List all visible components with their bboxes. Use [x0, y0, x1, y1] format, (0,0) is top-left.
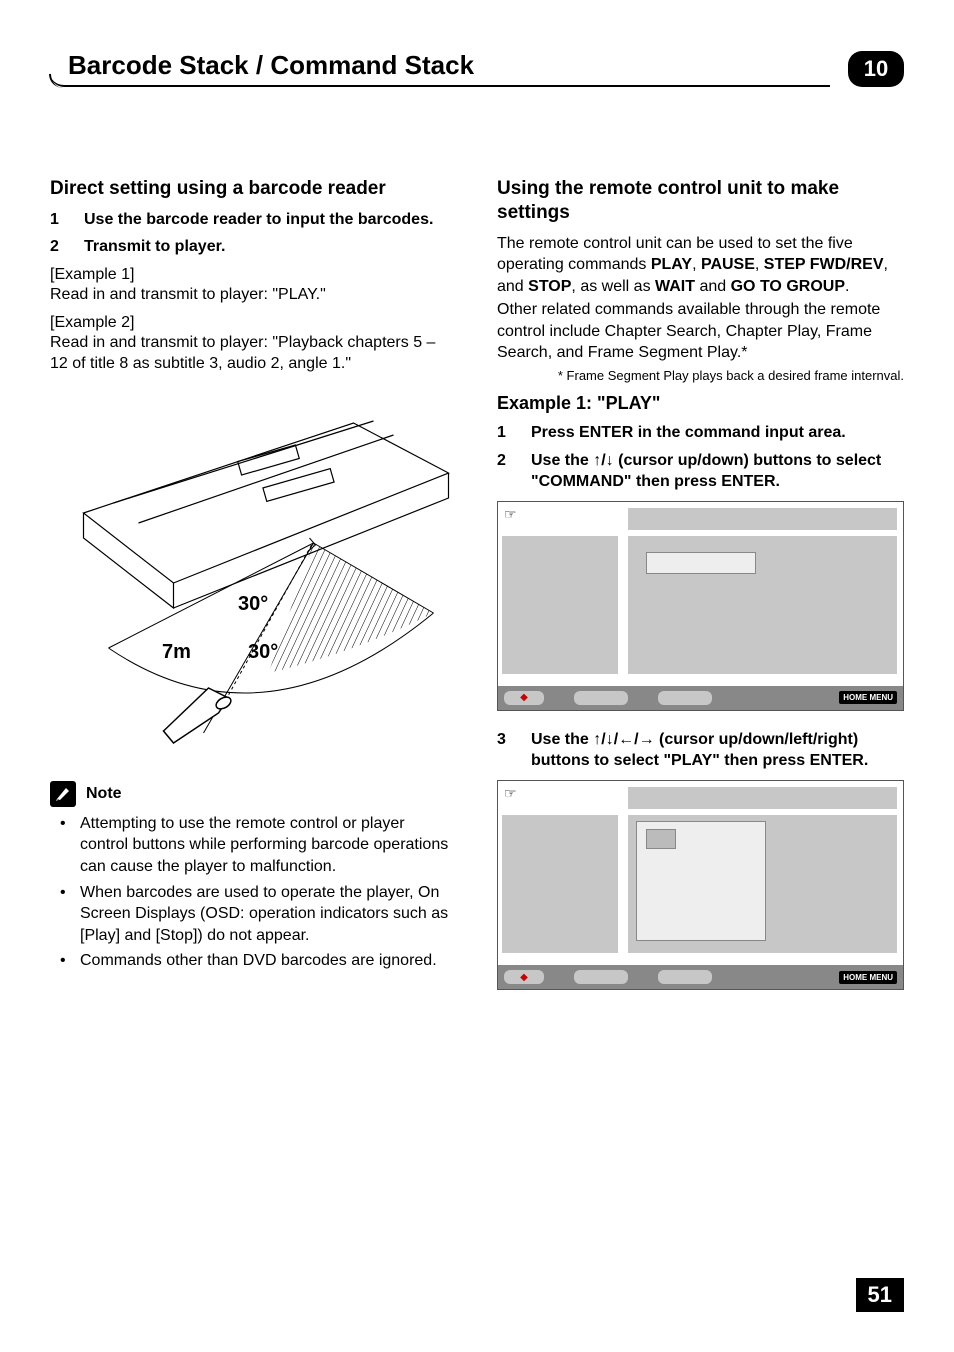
left-column: Direct setting using a barcode reader 1 …	[50, 177, 457, 1008]
text: , as well as	[571, 278, 655, 295]
text: and	[695, 278, 731, 295]
chapter-number-badge: 10	[848, 51, 904, 87]
step-text: Use the barcode reader to input the barc…	[84, 209, 433, 231]
right-column: Using the remote control unit to make se…	[497, 177, 904, 1008]
section-heading: Direct setting using a barcode reader	[50, 177, 457, 201]
cmd-gotogroup: GO TO GROUP	[731, 278, 845, 295]
cmd-stop: STOP	[528, 278, 571, 295]
step-number: 1	[497, 422, 513, 444]
hand-icon: ☞	[504, 785, 517, 802]
step-text: Use the ↑/↓ (cursor up/down) buttons to …	[531, 450, 904, 493]
footnote: * Frame Segment Play plays back a desire…	[497, 368, 904, 383]
step-number: 3	[497, 729, 513, 772]
hand-icon: ☞	[504, 506, 517, 523]
note-item: When barcodes are used to operate the pl…	[50, 882, 457, 947]
text: Use the	[531, 731, 593, 748]
cursor-up-icon: ↑	[593, 731, 601, 748]
angle-label-1: 30°	[238, 593, 268, 616]
example-2-body: Read in and transmit to player: "Playbac…	[50, 332, 457, 375]
text: Use the	[531, 452, 593, 469]
example-1-label: [Example 1]	[50, 266, 457, 284]
note-icon	[50, 781, 76, 807]
nav-icon: ◆	[520, 972, 528, 983]
text: .	[845, 278, 849, 295]
home-menu-button[interactable]: HOME MENU	[839, 691, 897, 704]
cmd-wait: WAIT	[655, 278, 695, 295]
step-number: 2	[50, 236, 66, 258]
osd-screenshot-2: ☞ ◆ HOME MENU	[497, 780, 904, 990]
paragraph: Other related commands available through…	[497, 299, 904, 364]
example-1-body: Read in and transmit to player: "PLAY."	[50, 284, 457, 306]
home-menu-button[interactable]: HOME MENU	[839, 971, 897, 984]
text: ,	[755, 256, 764, 273]
note-title: Note	[86, 785, 122, 803]
step-1: 1 Use the barcode reader to input the ba…	[50, 209, 457, 231]
osd-screenshot-1: ☞ ◆ HOME MENU	[497, 501, 904, 711]
angle-label-2: 30°	[248, 641, 278, 664]
barcode-reader-figure: 30° 7m 30°	[50, 393, 457, 753]
note-list: Attempting to use the remote control or …	[50, 813, 457, 972]
step-text: Transmit to player.	[84, 236, 225, 258]
section-heading: Using the remote control unit to make se…	[497, 177, 904, 225]
note-item: Commands other than DVD barcodes are ign…	[50, 950, 457, 972]
chapter-header: Barcode Stack / Command Stack 10	[50, 50, 904, 87]
cursor-up-icon: ↑	[593, 452, 601, 469]
text: ,	[692, 256, 701, 273]
cursor-left-icon: ←	[618, 731, 634, 748]
step-number: 1	[50, 209, 66, 231]
cursor-down-icon: ↓	[606, 452, 614, 469]
paragraph: The remote control unit can be used to s…	[497, 233, 904, 298]
note-header: Note	[50, 781, 457, 807]
example-2-label: [Example 2]	[50, 314, 457, 332]
distance-label: 7m	[162, 641, 191, 664]
chapter-title: Barcode Stack / Command Stack	[60, 50, 830, 81]
example-heading: Example 1: "PLAY"	[497, 393, 904, 414]
dvd-player-illustration	[50, 393, 457, 753]
cmd-play: PLAY	[651, 256, 692, 273]
step-2: 2 Transmit to player.	[50, 236, 457, 258]
cmd-step: STEP FWD/REV	[764, 256, 884, 273]
nav-icon: ◆	[520, 692, 528, 703]
step-1: 1 Press ENTER in the command input area.	[497, 422, 904, 444]
step-text: Use the ↑/↓/←/→ (cursor up/down/left/rig…	[531, 729, 904, 772]
cmd-pause: PAUSE	[701, 256, 755, 273]
step-text: Press ENTER in the command input area.	[531, 422, 846, 444]
step-2: 2 Use the ↑/↓ (cursor up/down) buttons t…	[497, 450, 904, 493]
page-number: 51	[856, 1278, 904, 1312]
step-number: 2	[497, 450, 513, 493]
note-item: Attempting to use the remote control or …	[50, 813, 457, 878]
cursor-right-icon: →	[639, 731, 655, 748]
step-3: 3 Use the ↑/↓/←/→ (cursor up/down/left/r…	[497, 729, 904, 772]
cursor-down-icon: ↓	[606, 731, 614, 748]
